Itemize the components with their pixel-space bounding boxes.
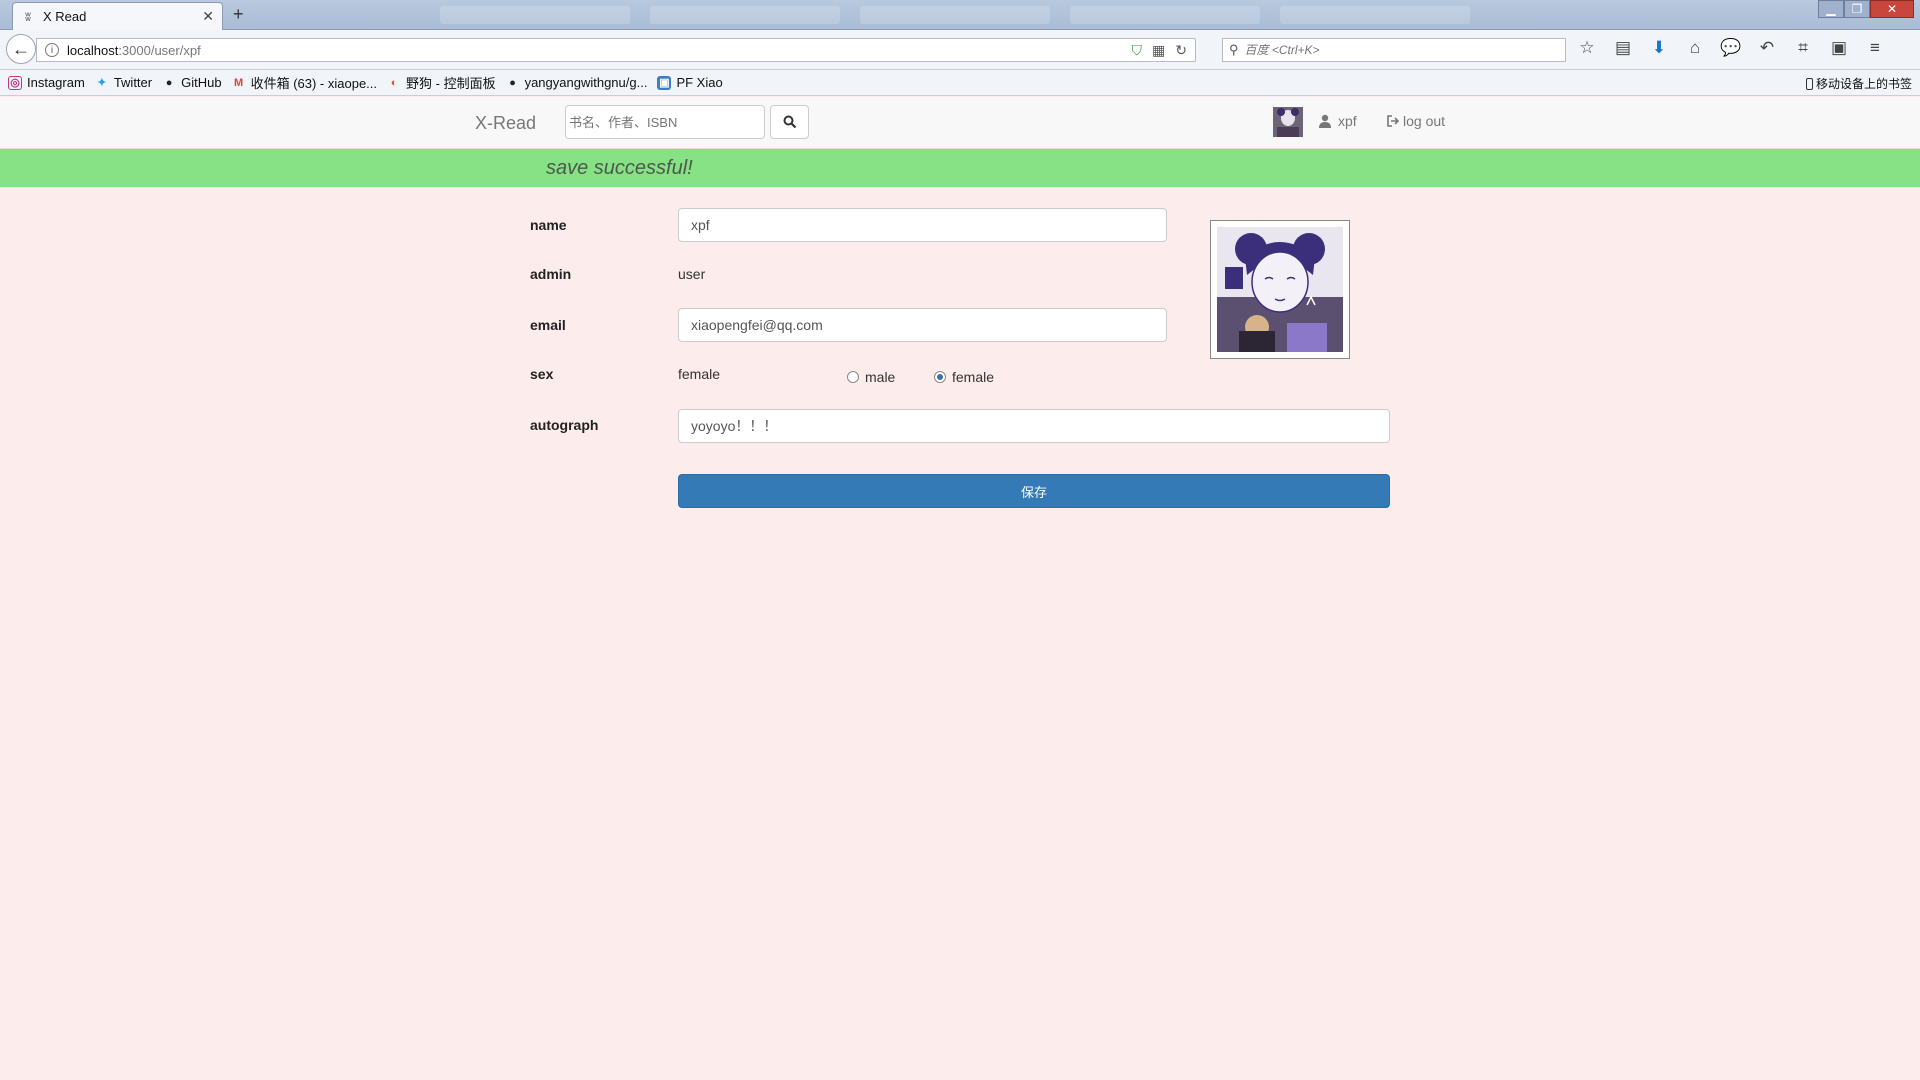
bookmark-label: Twitter bbox=[113, 75, 153, 90]
brand-logo[interactable]: X-Read bbox=[475, 113, 536, 134]
name-label: name bbox=[530, 217, 567, 233]
user-icon bbox=[1319, 114, 1331, 128]
page-favicon-icon: ʬ bbox=[25, 9, 31, 24]
home-icon[interactable]: ⌂ bbox=[1684, 38, 1706, 58]
save-button[interactable]: 保存 bbox=[678, 474, 1390, 508]
back-arrow-icon[interactable]: ← bbox=[6, 34, 36, 64]
radio-male-label: male bbox=[865, 369, 896, 385]
bookmark-label: PF Xiao bbox=[676, 75, 723, 90]
mobile-device-icon bbox=[1805, 77, 1813, 90]
reload-icon[interactable]: ↻ bbox=[1175, 42, 1187, 59]
bookmark-label: 野狗 - 控制面板 bbox=[406, 76, 496, 91]
bookmark-star-icon[interactable]: ☆ bbox=[1576, 38, 1598, 58]
github-icon: ● bbox=[165, 76, 173, 89]
screenshot-icon[interactable]: ▣ bbox=[1828, 38, 1850, 58]
admin-label: admin bbox=[530, 266, 572, 282]
close-tab-icon[interactable]: ✕ bbox=[202, 8, 214, 25]
search-icon bbox=[783, 115, 796, 129]
radio-female-label: female bbox=[952, 369, 995, 385]
bookmark-label: GitHub bbox=[181, 75, 222, 90]
bookmarks-bar: ◎ Instagram ✦ Twitter ● GitHub M 收件箱 (63… bbox=[0, 70, 1920, 96]
search-button[interactable] bbox=[770, 105, 809, 139]
bookmark-wilddog[interactable]: ◐ 野狗 - 控制面板 bbox=[387, 73, 496, 92]
browser-toolbar: ☆ ▤ ⬇ ⌂ 💬 ↶ ⌗ ▣ ≡ bbox=[1576, 38, 1886, 58]
bookmark-twitter[interactable]: ✦ Twitter bbox=[95, 75, 152, 90]
url-path: :3000/user/xpf bbox=[118, 42, 201, 58]
user-profile-link[interactable]: xpf bbox=[1318, 113, 1357, 129]
undo-icon[interactable]: ↶ bbox=[1756, 38, 1778, 58]
bookmark-pf-xiao[interactable]: ▣ PF Xiao bbox=[657, 75, 723, 90]
window-close-icon[interactable]: ✕ bbox=[1870, 0, 1914, 18]
bookmark-label: yangyangwithgnu/g... bbox=[524, 75, 648, 90]
profile-picture[interactable] bbox=[1210, 220, 1350, 359]
autograph-field[interactable] bbox=[678, 409, 1390, 443]
flash-message: save successful! bbox=[546, 157, 693, 179]
admin-value: user bbox=[678, 266, 706, 282]
search-bar[interactable]: ⚲ bbox=[1222, 38, 1566, 62]
browser-search-input[interactable] bbox=[1244, 43, 1545, 57]
name-field[interactable] bbox=[678, 208, 1167, 242]
maximize-icon[interactable]: ❐ bbox=[1844, 0, 1870, 18]
background-tab[interactable] bbox=[1070, 6, 1260, 24]
background-tab[interactable] bbox=[650, 6, 840, 24]
bookmark-label: Instagram bbox=[27, 75, 85, 90]
bookmark-github-repo[interactable]: ● yangyangwithgnu/g... bbox=[506, 75, 648, 90]
browser-tab[interactable]: ʬ X Read ✕ bbox=[12, 2, 223, 30]
gmail-icon: M bbox=[233, 76, 244, 89]
address-bar[interactable]: i localhost:3000/user/xpf ⛉ ▦ ↻ bbox=[36, 38, 1196, 62]
wilddog-icon: ◐ bbox=[390, 76, 398, 89]
address-bar-icons: ⛉ ▦ ↻ bbox=[1132, 42, 1187, 59]
sex-value: female bbox=[678, 366, 721, 382]
github-icon: ● bbox=[509, 76, 516, 89]
background-tab[interactable] bbox=[860, 6, 1050, 24]
twitter-icon: ✦ bbox=[97, 77, 107, 89]
menu-icon[interactable]: ≡ bbox=[1864, 38, 1886, 58]
logout-link[interactable]: log out bbox=[1386, 113, 1445, 129]
minimize-icon[interactable]: ▁ bbox=[1818, 0, 1844, 18]
sex-label: sex bbox=[530, 366, 554, 382]
bookmark-github[interactable]: ● GitHub bbox=[162, 75, 222, 90]
radio-male[interactable]: male bbox=[847, 369, 895, 385]
url-host: localhost bbox=[67, 42, 119, 58]
reading-list-icon[interactable]: ▤ bbox=[1612, 38, 1634, 58]
shield-icon[interactable]: ⛉ bbox=[1132, 42, 1143, 59]
browser-tab-bar: ʬ X Read ✕ + ▁ ❐ ✕ bbox=[0, 0, 1920, 30]
new-tab-icon[interactable]: + bbox=[233, 4, 244, 25]
instagram-icon: ◎ bbox=[8, 75, 22, 90]
avatar-image bbox=[1273, 107, 1303, 137]
avatar[interactable] bbox=[1273, 107, 1303, 137]
window-controls: ▁ ❐ ✕ bbox=[1818, 0, 1914, 18]
profile-image bbox=[1217, 227, 1343, 352]
app-navbar: X-Read xpf log out bbox=[0, 97, 1920, 149]
email-field[interactable] bbox=[678, 308, 1167, 342]
book-search-input[interactable] bbox=[565, 105, 765, 139]
image-icon: ▣ bbox=[657, 75, 672, 90]
mobile-bookmarks-label: 移动设备上的书签 bbox=[1815, 77, 1912, 91]
logout-label: log out bbox=[1403, 113, 1446, 129]
crop-icon[interactable]: ⌗ bbox=[1792, 38, 1814, 58]
radio-female-circle[interactable] bbox=[934, 371, 946, 383]
tab-title: X Read bbox=[43, 9, 87, 24]
download-icon[interactable]: ⬇ bbox=[1648, 38, 1670, 58]
mobile-bookmarks[interactable]: 移动设备上的书签 bbox=[1805, 75, 1912, 92]
bookmark-instagram[interactable]: ◎ Instagram bbox=[8, 75, 85, 90]
autograph-label: autograph bbox=[530, 417, 599, 433]
radio-male-circle[interactable] bbox=[847, 371, 859, 383]
bookmark-label: 收件箱 (63) - xiaope... bbox=[250, 76, 378, 91]
browser-nav-bar: ← i localhost:3000/user/xpf ⛉ ▦ ↻ ⚲ ☆ ▤ … bbox=[0, 30, 1920, 70]
email-label: email bbox=[530, 317, 566, 333]
flash-message-bar: save successful! bbox=[0, 149, 1920, 187]
background-tab[interactable] bbox=[1280, 6, 1470, 24]
username: xpf bbox=[1338, 113, 1357, 129]
search-icon: ⚲ bbox=[1229, 42, 1239, 57]
radio-female[interactable]: female bbox=[934, 369, 994, 385]
bookmark-gmail[interactable]: M 收件箱 (63) - xiaope... bbox=[232, 73, 377, 92]
background-tab[interactable] bbox=[440, 6, 630, 24]
logout-icon bbox=[1387, 115, 1400, 127]
chat-icon[interactable]: 💬 bbox=[1720, 38, 1742, 58]
qr-code-icon[interactable]: ▦ bbox=[1152, 42, 1165, 59]
site-info-icon[interactable]: i bbox=[45, 43, 59, 57]
